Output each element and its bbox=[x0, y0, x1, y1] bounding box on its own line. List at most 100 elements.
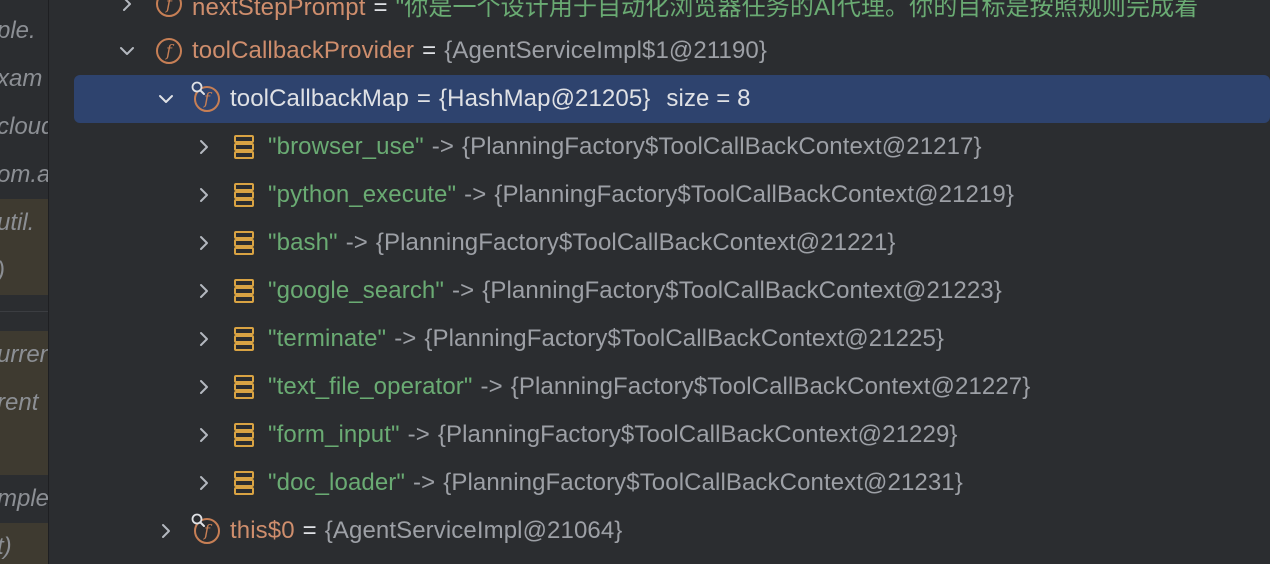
entry-key: "text_file_operator" bbox=[268, 373, 473, 400]
entry-label: "google_search" -> {PlanningFactory$Tool… bbox=[268, 277, 1002, 305]
entry-key: "bash" bbox=[268, 229, 338, 256]
entry-key: "google_search" bbox=[268, 277, 444, 304]
entry-value: {PlanningFactory$ToolCallBackContext@212… bbox=[443, 469, 963, 496]
map-entry-icon bbox=[234, 231, 254, 255]
watch-glasses-icon bbox=[191, 81, 205, 95]
chevron-right-icon[interactable] bbox=[156, 521, 176, 541]
tree-row-map-entry[interactable]: "terminate" -> {PlanningFactory$ToolCall… bbox=[49, 315, 1270, 363]
tree-row-next-step-prompt[interactable]: f nextStepPrompt = "你是一个设计用于自动化浏览器任务的AI代… bbox=[49, 0, 1270, 28]
map-entry-icon bbox=[234, 423, 254, 447]
map-entry-icon bbox=[234, 279, 254, 303]
equals-sign: = bbox=[422, 37, 437, 64]
entry-label: "doc_loader" -> {PlanningFactory$ToolCal… bbox=[268, 469, 963, 497]
variable-value: {HashMap@21205} bbox=[439, 85, 651, 112]
tree-row-map-entry[interactable]: "bash" -> {PlanningFactory$ToolCallBackC… bbox=[49, 219, 1270, 267]
size-label: size = 8 bbox=[666, 85, 751, 112]
gutter-item[interactable]: urren bbox=[0, 331, 48, 379]
arrow-separator: -> bbox=[413, 469, 436, 496]
gutter-item[interactable]: xam bbox=[0, 55, 48, 103]
tree-row-tool-callback-map[interactable]: f toolCallbackMap = {HashMap@21205} size… bbox=[74, 75, 1270, 123]
gutter-item[interactable]: util. bbox=[0, 199, 48, 247]
variable-name: toolCallbackProvider bbox=[192, 37, 415, 64]
variable-label: this$0 = {AgentServiceImpl@21064} bbox=[230, 517, 622, 545]
entry-key: "terminate" bbox=[268, 325, 387, 352]
entry-label: "bash" -> {PlanningFactory$ToolCallBackC… bbox=[268, 229, 896, 257]
arrow-separator: -> bbox=[394, 325, 417, 352]
entry-key: "form_input" bbox=[268, 421, 400, 448]
variable-name: toolCallbackMap bbox=[230, 85, 409, 112]
chevron-right-icon[interactable] bbox=[117, 0, 137, 14]
tree-row-map-entry[interactable]: "form_input" -> {PlanningFactory$ToolCal… bbox=[49, 411, 1270, 459]
gutter-item[interactable]: om.a bbox=[0, 151, 48, 199]
variable-value: {AgentServiceImpl$1@21190} bbox=[444, 37, 767, 64]
chevron-right-icon[interactable] bbox=[194, 473, 214, 493]
arrow-separator: -> bbox=[464, 181, 487, 208]
arrow-separator: -> bbox=[407, 421, 430, 448]
left-clipped-panel: ple. xam cloud om.a util. ) urren rent m… bbox=[0, 0, 49, 564]
chevron-right-icon[interactable] bbox=[194, 185, 214, 205]
tree-row-map-entry[interactable]: "text_file_operator" -> {PlanningFactory… bbox=[49, 363, 1270, 411]
gutter-item[interactable]: ) bbox=[0, 247, 48, 295]
map-entry-icon bbox=[234, 375, 254, 399]
entry-label: "python_execute" -> {PlanningFactory$Too… bbox=[268, 181, 1014, 209]
entry-value: {PlanningFactory$ToolCallBackContext@212… bbox=[437, 421, 958, 448]
gutter-item[interactable]: rent bbox=[0, 379, 48, 427]
chevron-down-icon[interactable] bbox=[117, 41, 137, 61]
chevron-right-icon[interactable] bbox=[194, 377, 214, 397]
gutter-item[interactable]: ple. bbox=[0, 7, 48, 55]
chevron-right-icon[interactable] bbox=[194, 329, 214, 349]
field-icon: f bbox=[156, 0, 182, 17]
map-entry-icon bbox=[234, 327, 254, 351]
entry-value: {PlanningFactory$ToolCallBackContext@212… bbox=[482, 277, 1002, 304]
gutter-item[interactable]: t) bbox=[0, 523, 48, 564]
variable-label: toolCallbackMap = {HashMap@21205} size =… bbox=[230, 85, 751, 113]
map-entry-icon bbox=[234, 183, 254, 207]
variable-value: "你是一个设计用于自动化浏览器任务的AI代理。你的目标是按照规则完成着 bbox=[395, 0, 1199, 21]
gutter-item[interactable] bbox=[0, 427, 48, 475]
entry-key: "doc_loader" bbox=[268, 469, 405, 496]
map-entry-icon bbox=[234, 471, 254, 495]
entry-key: "python_execute" bbox=[268, 181, 457, 208]
watch-glasses-icon bbox=[191, 513, 205, 527]
tree-row-map-entry[interactable]: "python_execute" -> {PlanningFactory$Too… bbox=[49, 171, 1270, 219]
tree-row-map-entry[interactable]: "google_search" -> {PlanningFactory$Tool… bbox=[49, 267, 1270, 315]
entry-label: "form_input" -> {PlanningFactory$ToolCal… bbox=[268, 421, 958, 449]
entry-value: {PlanningFactory$ToolCallBackContext@212… bbox=[494, 181, 1014, 208]
map-entry-icon bbox=[234, 135, 254, 159]
entry-value: {PlanningFactory$ToolCallBackContext@212… bbox=[375, 229, 896, 256]
arrow-separator: -> bbox=[431, 133, 454, 160]
entry-value: {PlanningFactory$ToolCallBackContext@212… bbox=[510, 373, 1031, 400]
entry-label: "text_file_operator" -> {PlanningFactory… bbox=[268, 373, 1030, 401]
variables-tree: f nextStepPrompt = "你是一个设计用于自动化浏览器任务的AI代… bbox=[49, 0, 1270, 564]
chevron-right-icon[interactable] bbox=[194, 233, 214, 253]
equals-sign: = bbox=[373, 0, 388, 21]
equals-sign: = bbox=[416, 85, 432, 112]
equals-sign: = bbox=[302, 517, 317, 544]
field-icon: f bbox=[156, 38, 182, 64]
gutter-item[interactable]: mple bbox=[0, 475, 48, 523]
tree-row-map-entry[interactable]: "browser_use" -> {PlanningFactory$ToolCa… bbox=[49, 123, 1270, 171]
variable-label: nextStepPrompt = "你是一个设计用于自动化浏览器任务的AI代理。… bbox=[192, 0, 1198, 22]
chevron-right-icon[interactable] bbox=[194, 425, 214, 445]
chevron-down-icon[interactable] bbox=[156, 89, 176, 109]
chevron-right-icon[interactable] bbox=[194, 137, 214, 157]
entry-label: "browser_use" -> {PlanningFactory$ToolCa… bbox=[268, 133, 982, 161]
entry-value: {PlanningFactory$ToolCallBackContext@212… bbox=[461, 133, 982, 160]
chevron-right-icon[interactable] bbox=[194, 281, 214, 301]
arrow-separator: -> bbox=[452, 277, 475, 304]
variable-label: toolCallbackProvider = {AgentServiceImpl… bbox=[192, 37, 767, 65]
entry-key: "browser_use" bbox=[268, 133, 424, 160]
arrow-separator: -> bbox=[345, 229, 368, 256]
variable-name: this$0 bbox=[230, 517, 295, 544]
gutter-item[interactable]: cloud bbox=[0, 103, 48, 151]
debugger-variables-panel: ple. xam cloud om.a util. ) urren rent m… bbox=[0, 0, 1270, 564]
variable-value: {AgentServiceImpl@21064} bbox=[324, 517, 623, 544]
arrow-separator: -> bbox=[480, 373, 503, 400]
entry-label: "terminate" -> {PlanningFactory$ToolCall… bbox=[268, 325, 944, 353]
variable-name: nextStepPrompt bbox=[192, 0, 366, 21]
tree-row-map-entry[interactable]: "doc_loader" -> {PlanningFactory$ToolCal… bbox=[49, 459, 1270, 507]
tree-row-this0[interactable]: f this$0 = {AgentServiceImpl@21064} bbox=[49, 507, 1270, 555]
tree-row-tool-callback-provider[interactable]: f toolCallbackProvider = {AgentServiceIm… bbox=[49, 27, 1270, 75]
gutter-separator bbox=[0, 311, 48, 312]
entry-value: {PlanningFactory$ToolCallBackContext@212… bbox=[424, 325, 945, 352]
